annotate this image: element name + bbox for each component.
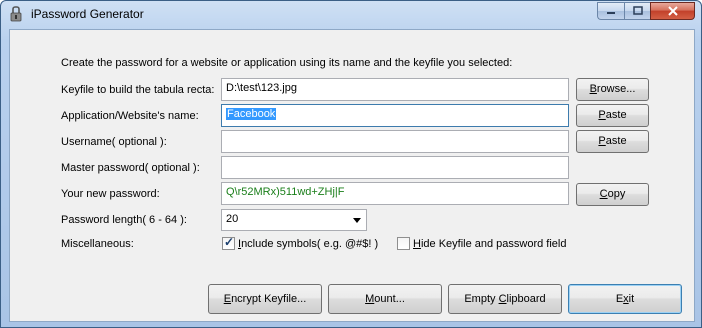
browse-button[interactable]: Browse...	[576, 78, 649, 101]
password-length-select[interactable]: 20	[221, 209, 367, 231]
include-symbols-checkbox[interactable]: ✓	[222, 235, 235, 250]
new-password-output[interactable]: Q\r52MRx)511wd+ZHj|F	[221, 182, 569, 205]
window-title: iPassword Generator	[31, 7, 144, 21]
paste-username-button[interactable]: Paste	[576, 130, 649, 153]
misc-label: Miscellaneous:	[61, 238, 134, 250]
new-password-label: Your new password:	[61, 188, 160, 200]
appname-value: Facebook	[226, 108, 277, 120]
hide-keyfile-text: ide Keyfile and password field	[420, 238, 567, 250]
include-symbols-label[interactable]: Include symbols( e.g. @#$! )	[238, 238, 378, 250]
hide-keyfile-label[interactable]: Hide Keyfile and password field	[413, 238, 566, 250]
password-length-label: Password length( 6 - 64 ):	[61, 214, 187, 226]
appname-label: Application/Website's name:	[61, 110, 199, 122]
mount-accel: M	[365, 293, 375, 305]
master-password-input[interactable]	[221, 156, 569, 179]
browse-label-accel: B	[589, 83, 597, 95]
appname-input[interactable]: Facebook	[221, 104, 569, 127]
clipboard-text: lipboard	[506, 293, 546, 305]
copy-button[interactable]: Copy	[576, 183, 649, 206]
mount-button[interactable]: Mount...	[328, 284, 442, 314]
minimize-icon	[607, 12, 615, 14]
hide-keyfile-checkbox[interactable]	[397, 237, 410, 250]
encrypt-keyfile-button[interactable]: Encrypt Keyfile...	[208, 284, 322, 314]
chevron-down-icon	[353, 218, 361, 223]
clipboard-accel: C	[498, 293, 507, 305]
close-icon	[667, 6, 678, 16]
copy-label-accel: C	[599, 188, 608, 200]
copy-label-rest: opy	[607, 188, 626, 200]
paste-label-accel: P	[598, 135, 606, 147]
intro-text: Create the password for a website or app…	[61, 57, 513, 69]
close-button[interactable]	[650, 2, 695, 20]
title-bar[interactable]: iPassword Generator	[1, 1, 701, 27]
encrypt-text: ncrypt Keyfile...	[231, 293, 307, 305]
dialog-client-area: Create the password for a website or app…	[9, 29, 695, 322]
paste-label-rest: aste	[605, 135, 627, 147]
mount-text: ount...	[374, 293, 405, 305]
hide-keyfile-accel: H	[413, 238, 421, 250]
keyfile-input[interactable]: D:\test\123.jpg	[221, 78, 569, 101]
browse-label-rest: rowse...	[596, 83, 636, 95]
encrypt-accel: E	[223, 293, 232, 305]
empty-clipboard-button[interactable]: Empty Clipboard	[448, 284, 562, 314]
checkmark-icon: ✓	[224, 235, 235, 249]
keyfile-label: Keyfile to build the tabula recta:	[61, 84, 215, 96]
app-window: iPassword Generator Create the password …	[0, 0, 702, 328]
app-icon	[10, 6, 22, 22]
password-length-value: 20	[226, 213, 239, 225]
exit-button[interactable]: Exit	[568, 284, 682, 314]
maximize-icon	[632, 6, 643, 15]
maximize-button[interactable]	[624, 2, 650, 20]
master-password-label: Master password( optional ):	[61, 162, 200, 174]
clipboard-pre: Empty	[464, 293, 499, 305]
exit-text: it	[628, 293, 635, 305]
paste-label-accel: P	[598, 109, 606, 121]
minimize-button[interactable]	[597, 2, 624, 20]
include-symbols-text: nclude symbols( e.g. @#$! )	[241, 238, 379, 250]
paste-label-rest: aste	[605, 109, 627, 121]
username-label: Username( optional ):	[61, 136, 167, 148]
username-input[interactable]	[221, 130, 569, 153]
paste-appname-button[interactable]: Paste	[576, 104, 649, 127]
